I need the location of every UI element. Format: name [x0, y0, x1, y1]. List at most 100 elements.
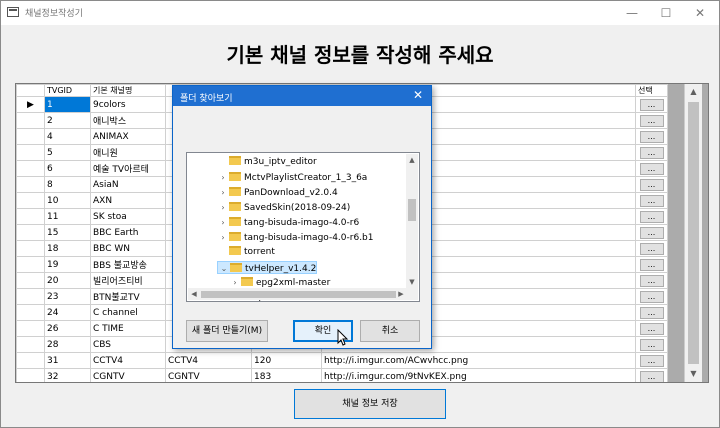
select-file-button[interactable]: ... — [639, 98, 664, 111]
cell-col3[interactable]: CCTV4 — [165, 352, 252, 369]
tree-node[interactable]: › MctvPlaylistCreator_1_3_6a — [217, 171, 367, 184]
select-file-button[interactable]: ... — [639, 274, 664, 287]
cell-channel-name[interactable]: BBC WN — [90, 240, 166, 257]
row-header[interactable] — [16, 256, 45, 273]
cell-channel-name[interactable]: ANIMAX — [90, 128, 166, 145]
row-header[interactable] — [16, 352, 45, 369]
row-header[interactable] — [16, 320, 45, 337]
cell-channel-name[interactable]: 빌리어즈티비 — [90, 272, 166, 289]
select-file-button[interactable]: ... — [639, 258, 664, 271]
cell-channel-name[interactable]: 애니원 — [90, 144, 166, 161]
row-header[interactable] — [16, 336, 45, 353]
cell-tvgid[interactable]: 18 — [44, 240, 91, 257]
select-file-button[interactable]: ... — [639, 322, 664, 335]
expand-chevron-icon[interactable]: › — [217, 171, 229, 184]
maximize-button[interactable]: ☐ — [649, 1, 683, 25]
select-file-button[interactable]: ... — [639, 114, 664, 127]
cell-tvgid[interactable]: 28 — [44, 336, 91, 353]
row-header[interactable] — [16, 240, 45, 257]
column-header-tvgid[interactable]: TVGID — [44, 84, 91, 97]
cell-tvgid[interactable]: 15 — [44, 224, 91, 241]
new-folder-button[interactable]: 새 폴더 만들기(M) — [186, 320, 268, 342]
cell-tvgid[interactable]: 8 — [44, 176, 91, 193]
cell-col5[interactable]: http://i.imgur.com/ACwvhcc.png — [321, 352, 636, 369]
cancel-button[interactable]: 취소 — [360, 320, 420, 342]
select-file-button[interactable]: ... — [639, 210, 664, 223]
tree-node[interactable]: › tang-bisuda-imago-4.0-r6.b1 — [217, 231, 374, 244]
cell-tvgid[interactable]: 10 — [44, 192, 91, 209]
save-channel-info-button[interactable]: 채널 정보 저장 — [294, 389, 446, 419]
tree-node[interactable]: › tang-bisuda-imago-4.0-r6 — [217, 216, 359, 229]
cell-tvgid[interactable]: 1 — [44, 96, 91, 113]
minimize-button[interactable]: — — [615, 1, 649, 25]
row-header[interactable] — [16, 144, 45, 161]
cell-channel-name[interactable]: BBC Earth — [90, 224, 166, 241]
select-file-button[interactable]: ... — [639, 194, 664, 207]
expand-chevron-icon[interactable]: › — [217, 231, 229, 244]
select-file-button[interactable]: ... — [639, 226, 664, 239]
cell-tvgid[interactable]: 11 — [44, 208, 91, 225]
cell-col4[interactable]: 183 — [251, 368, 322, 382]
cell-channel-name[interactable]: SK stoa — [90, 208, 166, 225]
cell-channel-name[interactable]: 애니박스 — [90, 112, 166, 129]
expand-chevron-icon[interactable]: ⌄ — [218, 262, 230, 275]
cell-channel-name[interactable]: C TIME — [90, 320, 166, 337]
close-button[interactable]: ✕ — [683, 1, 717, 25]
tree-node[interactable]: m3u_iptv_editor — [217, 156, 317, 169]
tree-scroll-down-icon[interactable]: ▼ — [406, 276, 418, 288]
cell-channel-name[interactable]: BTN불교TV — [90, 288, 166, 305]
cell-channel-name[interactable]: AXN — [90, 192, 166, 209]
select-file-button[interactable]: ... — [639, 146, 664, 159]
cell-col4[interactable]: 120 — [251, 352, 322, 369]
tree-scroll-up-icon[interactable]: ▲ — [406, 154, 418, 166]
select-file-button[interactable]: ... — [639, 178, 664, 191]
select-file-button[interactable]: ... — [639, 290, 664, 303]
select-file-button[interactable]: ... — [639, 354, 664, 367]
row-header[interactable]: ▶ — [16, 96, 45, 113]
row-header[interactable] — [16, 192, 45, 209]
cell-tvgid[interactable]: 26 — [44, 320, 91, 337]
cell-tvgid[interactable]: 23 — [44, 288, 91, 305]
cell-tvgid[interactable]: 20 — [44, 272, 91, 289]
cell-channel-name[interactable]: AsiaN — [90, 176, 166, 193]
expand-chevron-icon[interactable]: › — [217, 201, 229, 214]
table-row[interactable]: 32 CGNTV CGNTV 183 http://i.imgur.com/9tNvKE… — [16, 368, 668, 382]
select-file-button[interactable]: ... — [639, 338, 664, 351]
table-row[interactable]: 31 CCTV4 CCTV4 120 http://i.imgur.com/ACwvhc… — [16, 352, 668, 369]
tree-scroll-left-icon[interactable]: ◀ — [188, 288, 200, 300]
cell-tvgid[interactable]: 19 — [44, 256, 91, 273]
cell-tvgid[interactable]: 31 — [44, 352, 91, 369]
row-header[interactable] — [16, 304, 45, 321]
cell-channel-name[interactable]: CBS — [90, 336, 166, 353]
cell-channel-name[interactable]: CGNTV — [90, 368, 166, 382]
row-header[interactable] — [16, 160, 45, 177]
row-header[interactable] — [16, 208, 45, 225]
row-header[interactable] — [16, 288, 45, 305]
cell-tvgid[interactable]: 24 — [44, 304, 91, 321]
tree-node[interactable]: torrent — [217, 246, 275, 259]
tree-scroll-thumb[interactable] — [408, 199, 416, 221]
cell-channel-name[interactable]: C channel — [90, 304, 166, 321]
column-header-select[interactable]: 선택 — [635, 84, 668, 97]
row-header[interactable] — [16, 224, 45, 241]
cell-tvgid[interactable]: 32 — [44, 368, 91, 382]
cell-channel-name[interactable]: BBS 불교방송 — [90, 256, 166, 273]
select-file-button[interactable]: ... — [639, 130, 664, 143]
cell-tvgid[interactable]: 6 — [44, 160, 91, 177]
tree-vertical-scrollbar[interactable]: ▲ ▼ — [406, 154, 418, 288]
cell-channel-name[interactable]: 예술 TV아르테 — [90, 160, 166, 177]
row-header[interactable] — [16, 112, 45, 129]
row-header[interactable] — [16, 368, 45, 382]
cell-tvgid[interactable]: 4 — [44, 128, 91, 145]
grid-vertical-scrollbar[interactable]: ▲ ▼ — [684, 84, 702, 382]
select-file-button[interactable]: ... — [639, 242, 664, 255]
cell-col3[interactable]: CGNTV — [165, 368, 252, 382]
cell-tvgid[interactable]: 2 — [44, 112, 91, 129]
dialog-close-icon[interactable]: ✕ — [413, 88, 423, 102]
select-file-button[interactable]: ... — [639, 162, 664, 175]
tree-node[interactable]: ⌄ tvHelper_v1.4.2 — [217, 261, 318, 275]
expand-chevron-icon[interactable]: › — [217, 216, 229, 229]
tree-hscroll-thumb[interactable] — [201, 291, 396, 298]
scroll-thumb[interactable] — [688, 102, 699, 364]
select-file-button[interactable]: ... — [639, 306, 664, 319]
